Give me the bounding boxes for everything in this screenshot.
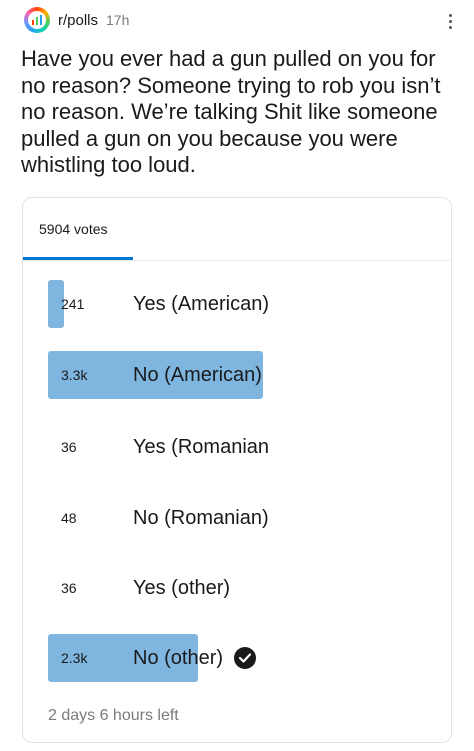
poll-option-text: Yes (American) <box>133 293 269 315</box>
checkmark-circle-icon <box>234 647 257 669</box>
poll-card: 5904 votes 241 Yes (American) 3.3k No (A… <box>22 197 452 743</box>
subreddit-name[interactable]: r/polls <box>58 12 98 29</box>
poll-option-count: 2.3k <box>61 650 88 666</box>
poll-option-label: Yes (other) <box>133 564 230 612</box>
post-age: 17h <box>106 12 130 28</box>
poll-option-text: No (American) <box>133 364 262 386</box>
poll-option-count: 36 <box>61 580 77 596</box>
poll-option-count: 48 <box>61 510 77 526</box>
polls-chart-icon <box>28 11 46 29</box>
poll-option[interactable]: 3.3k No (American) <box>48 351 438 399</box>
poll-option-label: No (other) <box>133 634 257 682</box>
poll-time-left: 2 days 6 hours left <box>48 707 179 724</box>
post-header: r/polls 17h <box>24 6 460 34</box>
poll-option[interactable]: 36 Yes (Romanian <box>48 423 438 471</box>
post-title[interactable]: Have you ever had a gun pulled on you fo… <box>21 46 461 179</box>
more-vertical-icon[interactable] <box>440 8 460 34</box>
poll-option[interactable]: 36 Yes (other) <box>48 564 438 612</box>
poll-option-label: No (American) <box>133 351 262 399</box>
total-votes-tab[interactable]: 5904 votes <box>39 221 108 237</box>
poll-option-label: Yes (Romanian <box>133 423 269 471</box>
poll-option-text: No (other) <box>133 647 224 669</box>
poll-option[interactable]: 2.3k No (other) <box>48 634 438 682</box>
poll-option-text: Yes (other) <box>133 577 231 599</box>
poll-option[interactable]: 241 Yes (American) <box>48 280 438 328</box>
poll-option-count: 3.3k <box>61 367 88 383</box>
poll-option[interactable]: 48 No (Romanian) <box>48 494 438 542</box>
poll-option-label: No (Romanian) <box>133 494 269 542</box>
poll-option-text: No (Romanian) <box>133 507 269 529</box>
poll-option-count: 36 <box>61 439 77 455</box>
poll-option-text: Yes (Romanian <box>133 436 270 458</box>
tab-divider <box>23 260 451 261</box>
poll-option-label: Yes (American) <box>133 280 269 328</box>
poll-option-count: 241 <box>61 296 85 312</box>
subreddit-avatar[interactable] <box>24 7 50 33</box>
